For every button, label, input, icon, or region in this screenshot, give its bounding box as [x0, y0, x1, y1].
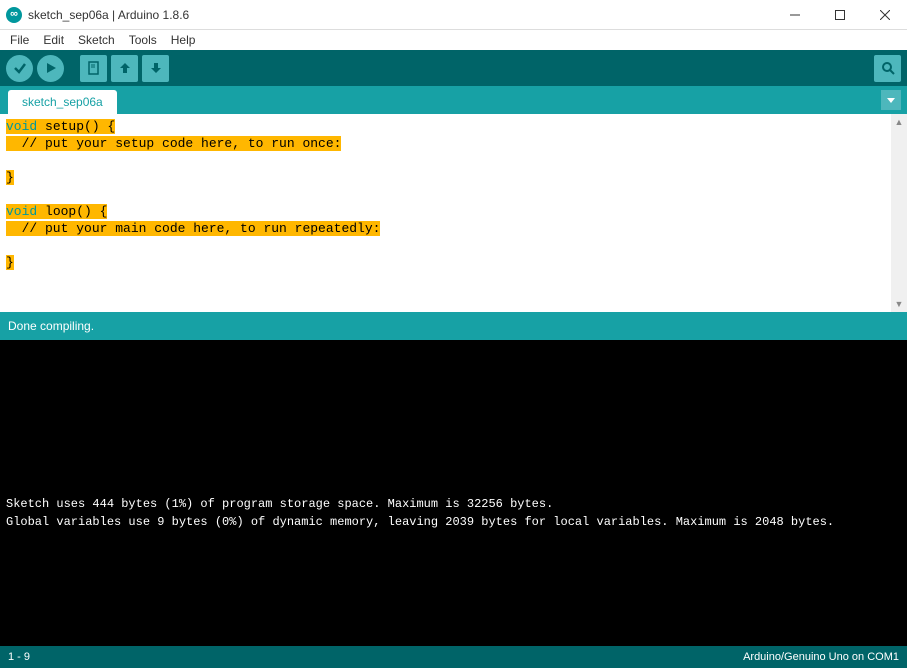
scroll-up-icon[interactable]: ▲	[891, 114, 907, 130]
output-console[interactable]: Sketch uses 444 bytes (1%) of program st…	[0, 340, 907, 646]
upload-button[interactable]	[37, 55, 64, 82]
code-keyword: void	[6, 119, 37, 134]
code-text: setup() {	[37, 119, 115, 134]
board-port-info: Arduino/Genuino Uno on COM1	[743, 651, 899, 663]
sketch-tab[interactable]: sketch_sep06a	[8, 90, 117, 114]
scroll-down-icon[interactable]: ▼	[891, 296, 907, 312]
window-controls	[772, 0, 907, 30]
compile-status-text: Done compiling.	[8, 319, 94, 333]
code-comment: // put your main code here, to run repea…	[6, 221, 380, 236]
code-text: }	[6, 255, 14, 270]
cursor-position: 1 - 9	[8, 651, 30, 663]
console-line: Sketch uses 444 bytes (1%) of program st…	[6, 496, 901, 514]
tab-bar: sketch_sep06a	[0, 86, 907, 114]
maximize-button[interactable]	[817, 0, 862, 30]
close-button[interactable]	[862, 0, 907, 30]
footer-bar: 1 - 9 Arduino/Genuino Uno on COM1	[0, 646, 907, 668]
menu-help[interactable]: Help	[165, 31, 202, 49]
menu-tools[interactable]: Tools	[123, 31, 163, 49]
editor-scrollbar[interactable]: ▲ ▼	[891, 114, 907, 312]
compile-status-bar: Done compiling.	[0, 312, 907, 340]
menu-file[interactable]: File	[4, 31, 35, 49]
save-sketch-button[interactable]	[142, 55, 169, 82]
menubar: File Edit Sketch Tools Help	[0, 30, 907, 50]
code-text: loop() {	[37, 204, 107, 219]
code-editor[interactable]: void setup() { // put your setup code he…	[0, 114, 907, 312]
menu-edit[interactable]: Edit	[37, 31, 70, 49]
code-text: }	[6, 170, 14, 185]
arduino-logo-icon	[6, 7, 22, 23]
minimize-button[interactable]	[772, 0, 817, 30]
serial-monitor-button[interactable]	[874, 55, 901, 82]
verify-button[interactable]	[6, 55, 33, 82]
window-titlebar: sketch_sep06a | Arduino 1.8.6	[0, 0, 907, 30]
toolbar	[0, 50, 907, 86]
open-sketch-button[interactable]	[111, 55, 138, 82]
code-keyword: void	[6, 204, 37, 219]
new-sketch-button[interactable]	[80, 55, 107, 82]
menu-sketch[interactable]: Sketch	[72, 31, 121, 49]
console-line: Global variables use 9 bytes (0%) of dyn…	[6, 514, 901, 532]
code-comment: // put your setup code here, to run once…	[6, 136, 341, 151]
tab-menu-dropdown[interactable]	[881, 90, 901, 110]
code-content[interactable]: void setup() { // put your setup code he…	[0, 114, 891, 275]
window-title: sketch_sep06a | Arduino 1.8.6	[28, 8, 772, 22]
